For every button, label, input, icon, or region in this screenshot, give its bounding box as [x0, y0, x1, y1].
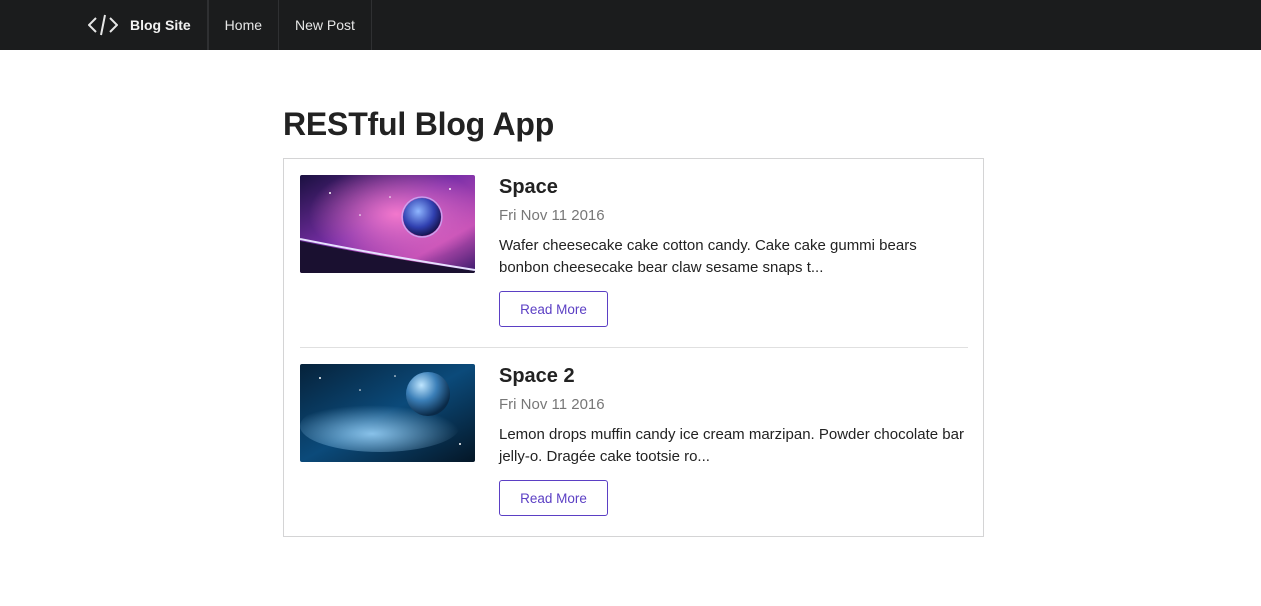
- post-content: Space 2 Fri Nov 11 2016 Lemon drops muff…: [499, 364, 969, 516]
- code-icon: [88, 14, 118, 36]
- brand-link[interactable]: Blog Site: [74, 0, 208, 50]
- post-excerpt: Lemon drops muffin candy ice cream marzi…: [499, 426, 964, 465]
- post-excerpt: Wafer cheesecake cake cotton candy. Cake…: [499, 237, 917, 276]
- post-item: Space Fri Nov 11 2016 Wafer cheesecake c…: [300, 175, 968, 335]
- post-item: Space 2 Fri Nov 11 2016 Lemon drops muff…: [300, 364, 968, 524]
- post-image: [300, 175, 475, 273]
- post-date: Fri Nov 11 2016: [499, 207, 605, 224]
- brand-label: Blog Site: [130, 17, 191, 33]
- read-more-button[interactable]: Read More: [499, 291, 608, 327]
- post-title[interactable]: Space: [499, 175, 969, 199]
- nav-new-post-link[interactable]: New Post: [279, 0, 372, 50]
- page-title: RESTful Blog App: [283, 106, 555, 142]
- top-navbar: Blog Site Home New Post: [0, 0, 1261, 50]
- post-date: Fri Nov 11 2016: [499, 396, 605, 413]
- post-list: Space Fri Nov 11 2016 Wafer cheesecake c…: [283, 158, 984, 537]
- post-image: [300, 364, 475, 462]
- nav-home-link[interactable]: Home: [207, 0, 280, 50]
- read-more-button[interactable]: Read More: [499, 480, 608, 516]
- post-title[interactable]: Space 2: [499, 364, 969, 388]
- post-divider: [300, 347, 968, 348]
- post-content: Space Fri Nov 11 2016 Wafer cheesecake c…: [499, 175, 969, 327]
